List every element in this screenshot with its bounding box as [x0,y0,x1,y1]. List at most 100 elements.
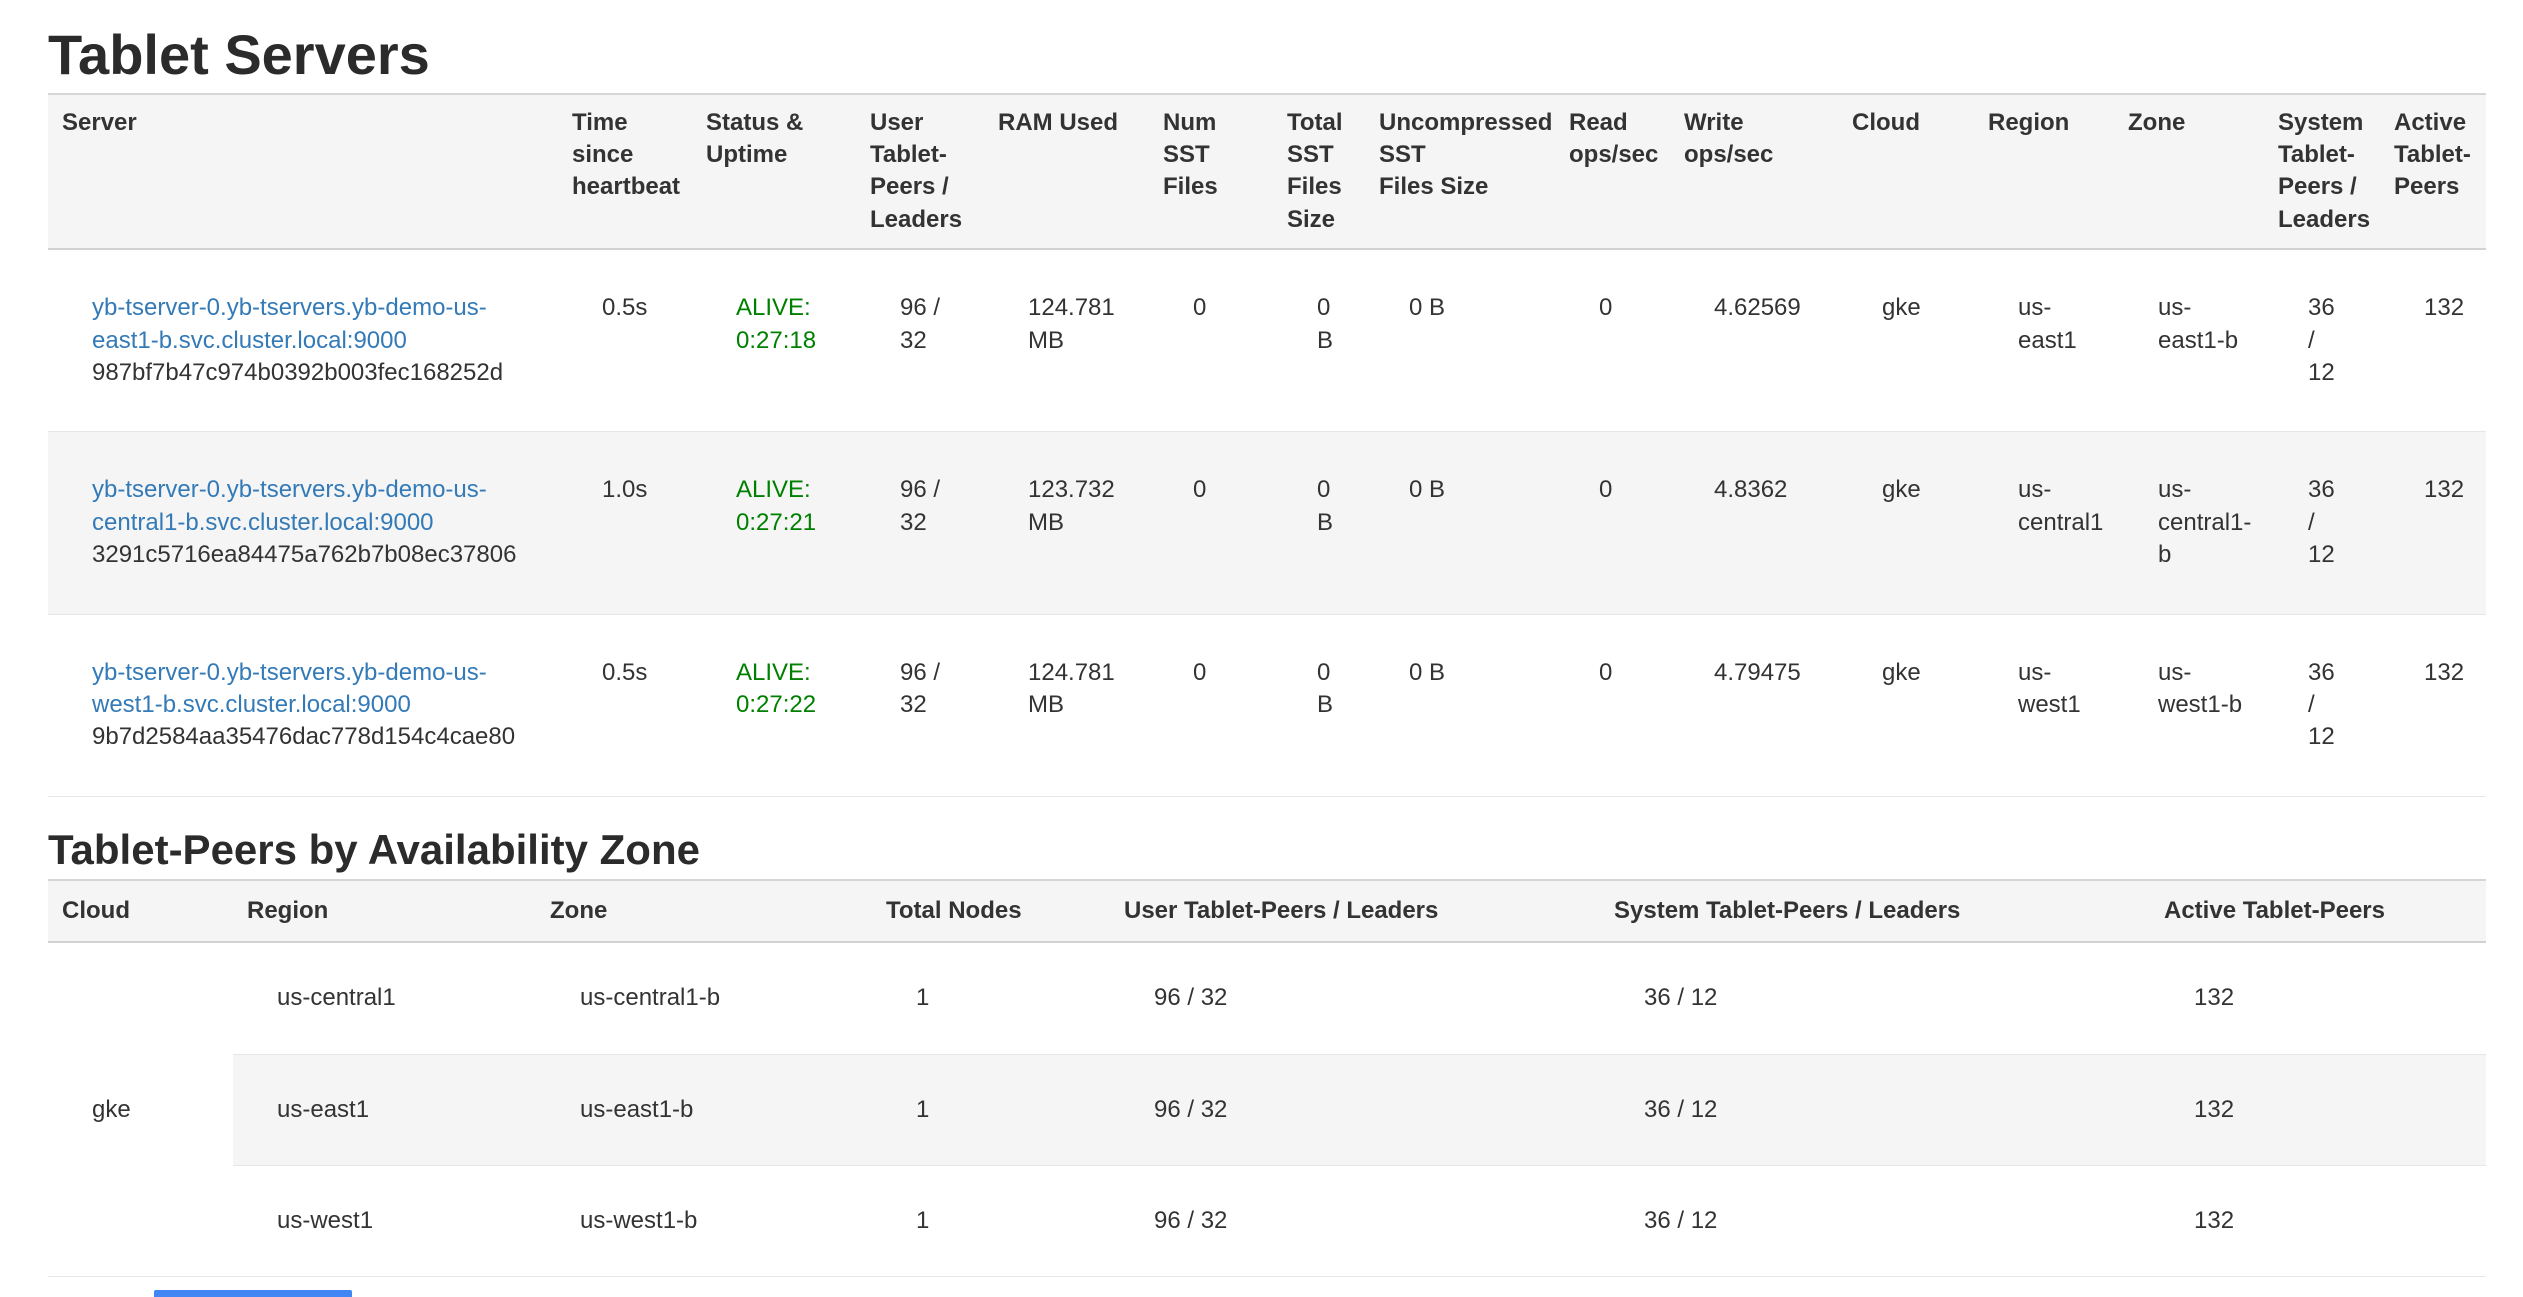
active-peers-cell: 132 [2380,249,2486,432]
read-ops-cell: 0 [1555,249,1670,432]
region-cell: us-west1 [1974,614,2114,796]
tserver-row: yb-tserver-0.yb-tservers.yb-demo-us-east… [48,249,2486,432]
num-sst-cell: 0 [1149,432,1273,614]
server-cell: yb-tserver-0.yb-tservers.yb-demo-us-west… [48,614,558,796]
heartbeat-cell: 1.0s [558,432,692,614]
zone-cell: us-west1-b [2114,614,2264,796]
region-cell: us-central1 [233,942,536,1054]
col-region: Region [233,880,536,942]
az-header-row: Cloud Region Zone Total Nodes User Table… [48,880,2486,942]
num-sst-cell: 0 [1149,249,1273,432]
write-ops-cell: 4.79475 [1670,614,1838,796]
tablet-servers-table: Server Time since heartbeat Status & Upt… [48,93,2486,797]
region-cell: us-central1 [1974,432,2114,614]
region-cell: us-east1 [1974,249,2114,432]
uncompressed-sst-cell: 0 B [1365,432,1555,614]
col-user-tablet-peers: User Tablet-Peers / Leaders [1110,880,1600,942]
tablet-peers-by-az-table: Cloud Region Zone Total Nodes User Table… [48,879,2486,1278]
active-peers-cell: 132 [2380,614,2486,796]
status-cell: ALIVE: 0:27:22 [692,614,856,796]
status-cell: ALIVE: 0:27:21 [692,432,856,614]
server-cell: yb-tserver-0.yb-tservers.yb-demo-us-east… [48,249,558,432]
col-num-sst-files: Num SST Files [1149,94,1273,250]
system-peers-cell: 36 / 12 [2264,614,2380,796]
server-cell: yb-tserver-0.yb-tservers.yb-demo-us-cent… [48,432,558,614]
active-peers-cell: 132 [2380,432,2486,614]
user-peers-cell: 96 / 32 [856,614,984,796]
page-content: Tablet Servers Server Time since heartbe… [0,24,2523,1277]
col-active-tablet-peers: Active Tablet-Peers [2380,94,2486,250]
total-sst-cell: 0 B [1273,432,1365,614]
cloud-cell: gke [1838,249,1974,432]
system-peers-value: 36 / 12 [2308,474,2344,571]
uncompressed-sst-cell: 0 B [1365,249,1555,432]
tserver-row: yb-tserver-0.yb-tservers.yb-demo-us-cent… [48,432,2486,614]
page-title: Tablet Servers [48,24,2486,86]
system-peers-value: 36 / 12 [2308,292,2344,389]
cloud-cell: gke [1838,614,1974,796]
zone-cell: us-central1-b [536,942,872,1054]
user-peers-cell: 96 / 32 [1110,1054,1600,1165]
col-system-tablet-peers: System Tablet-Peers / Leaders [1600,880,2150,942]
system-peers-cell: 36 / 12 [1600,942,2150,1054]
col-total-nodes: Total Nodes [872,880,1110,942]
ram-used-cell: 124.781 MB [984,614,1149,796]
col-system-tablet-peers: System Tablet-Peers / Leaders [2264,94,2380,250]
az-row: us-west1 us-west1-b 1 96 / 32 36 / 12 13… [48,1166,2486,1277]
status-cell: ALIVE: 0:27:18 [692,249,856,432]
az-row: gke us-central1 us-central1-b 1 96 / 32 … [48,942,2486,1054]
server-link[interactable]: yb-tserver-0.yb-tservers.yb-demo-us-east… [92,294,487,353]
partially-visible-element[interactable] [154,1290,352,1297]
col-region: Region [1974,94,2114,250]
col-total-sst-size: Total SST Files Size [1273,94,1365,250]
user-peers-cell: 96 / 32 [1110,942,1600,1054]
read-ops-cell: 0 [1555,432,1670,614]
active-peers-cell: 132 [2150,1054,2486,1165]
heartbeat-cell: 0.5s [558,614,692,796]
system-peers-cell: 36 / 12 [1600,1166,2150,1277]
region-cell: us-west1 [233,1166,536,1277]
col-ram-used: RAM Used [984,94,1149,250]
user-peers-cell: 96 / 32 [856,249,984,432]
active-peers-cell: 132 [2150,942,2486,1054]
heartbeat-cell: 0.5s [558,249,692,432]
cloud-cell: gke [1838,432,1974,614]
cloud-cell: gke [48,942,233,1277]
user-peers-cell: 96 / 32 [1110,1166,1600,1277]
col-heartbeat: Time since heartbeat [558,94,692,250]
tserver-row: yb-tserver-0.yb-tservers.yb-demo-us-west… [48,614,2486,796]
tserver-header-row: Server Time since heartbeat Status & Upt… [48,94,2486,250]
server-uuid: 987bf7b47c974b0392b003fec168252d [92,357,544,389]
zone-cell: us-central1-b [2114,432,2264,614]
read-ops-cell: 0 [1555,614,1670,796]
server-link[interactable]: yb-tserver-0.yb-tservers.yb-demo-us-west… [92,659,487,718]
system-peers-cell: 36 / 12 [2264,432,2380,614]
server-uuid: 3291c5716ea84475a762b7b08ec37806 [92,539,544,571]
server-link[interactable]: yb-tserver-0.yb-tservers.yb-demo-us-cent… [92,476,487,535]
system-peers-cell: 36 / 12 [2264,249,2380,432]
active-peers-cell: 132 [2150,1166,2486,1277]
col-server: Server [48,94,558,250]
ram-used-cell: 124.781 MB [984,249,1149,432]
col-cloud: Cloud [1838,94,1974,250]
write-ops-cell: 4.62569 [1670,249,1838,432]
col-zone: Zone [2114,94,2264,250]
total-nodes-cell: 1 [872,1054,1110,1165]
zone-cell: us-west1-b [536,1166,872,1277]
col-cloud: Cloud [48,880,233,942]
uncompressed-sst-cell: 0 B [1365,614,1555,796]
total-sst-cell: 0 B [1273,614,1365,796]
ram-used-cell: 123.732 MB [984,432,1149,614]
col-read-ops: Read ops/sec [1555,94,1670,250]
write-ops-cell: 4.8362 [1670,432,1838,614]
col-uncompressed-sst-size: Uncompressed SST Files Size [1365,94,1555,250]
col-write-ops: Write ops/sec [1670,94,1838,250]
region-cell: us-east1 [233,1054,536,1165]
col-status-uptime: Status & Uptime [692,94,856,250]
zone-cell: us-east1-b [2114,249,2264,432]
total-nodes-cell: 1 [872,1166,1110,1277]
server-uuid: 9b7d2584aa35476dac778d154c4cae80 [92,721,544,753]
az-section-title: Tablet-Peers by Availability Zone [48,827,2486,873]
col-active-tablet-peers: Active Tablet-Peers [2150,880,2486,942]
zone-cell: us-east1-b [536,1054,872,1165]
